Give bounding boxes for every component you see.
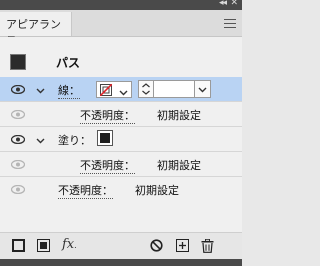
add-new-fill-icon[interactable] (37, 239, 50, 255)
fill-color-swatch[interactable] (97, 130, 113, 146)
stroke-weight-stepper[interactable] (138, 80, 154, 98)
clear-appearance-icon[interactable] (150, 239, 163, 255)
fill-opacity-label[interactable]: 不透明度： (80, 157, 135, 174)
stroke-opacity-row[interactable]: 不透明度： 初期設定 (0, 102, 242, 126)
appearance-list: パス 線： 不透明度： 初期設定 塗り： 不透明度： 初期設定 不透明度： 初期… (0, 37, 242, 232)
eye-icon[interactable] (10, 109, 26, 122)
path-thumbnail (10, 54, 26, 70)
fx-icon[interactable]: fx. (62, 237, 77, 252)
trash-icon[interactable] (201, 238, 214, 256)
stroke-row[interactable]: 線： (0, 77, 242, 101)
panel-footer: fx. (0, 232, 242, 259)
window-bottom-edge (0, 259, 242, 266)
chevron-down-icon[interactable] (119, 86, 128, 99)
collapse-panel-icon[interactable]: ◂◂ (219, 0, 227, 8)
none-swatch-icon (99, 83, 113, 97)
chevron-down-icon[interactable] (36, 134, 45, 147)
stroke-color-selector[interactable] (96, 81, 132, 98)
object-opacity-row[interactable]: 不透明度： 初期設定 (0, 177, 242, 201)
eye-icon[interactable] (10, 159, 26, 172)
stroke-weight-dropdown[interactable] (195, 80, 211, 98)
fill-label[interactable]: 塗り： (58, 132, 91, 148)
eye-icon[interactable] (10, 84, 26, 97)
window-titlebar: ◂◂ ✕ (0, 0, 242, 10)
stroke-weight-input[interactable] (154, 80, 195, 98)
duplicate-item-icon[interactable] (176, 239, 189, 255)
add-new-stroke-icon[interactable] (12, 239, 25, 255)
panel-menu-icon[interactable] (224, 19, 236, 28)
chevron-down-icon[interactable] (36, 84, 45, 97)
stroke-opacity-value: 初期設定 (157, 109, 201, 122)
fill-opacity-value: 初期設定 (157, 159, 201, 172)
panel-tab-row: アピアランス (0, 10, 242, 47)
fill-row[interactable]: 塗り： (0, 127, 242, 151)
object-opacity-label[interactable]: 不透明度： (58, 182, 113, 199)
eye-icon[interactable] (10, 134, 26, 147)
object-opacity-value: 初期設定 (135, 184, 179, 197)
object-type-title: パス (56, 56, 81, 70)
fill-opacity-row[interactable]: 不透明度： 初期設定 (0, 152, 242, 176)
stroke-label[interactable]: 線： (58, 82, 80, 99)
stroke-opacity-label[interactable]: 不透明度： (80, 107, 135, 124)
tab-appearance[interactable]: アピアランス (0, 12, 72, 47)
eye-icon[interactable] (10, 184, 26, 197)
close-panel-icon[interactable]: ✕ (230, 0, 238, 8)
